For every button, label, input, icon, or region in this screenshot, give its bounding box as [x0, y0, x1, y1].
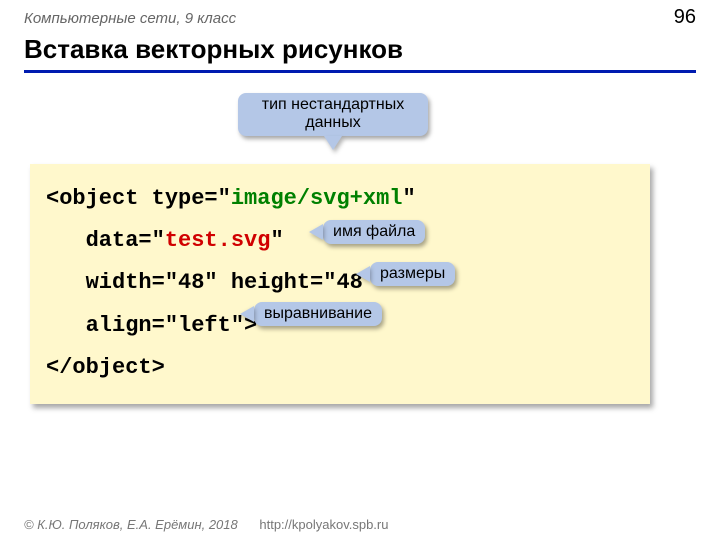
title-rule — [24, 70, 696, 73]
chapter-label: Компьютерные сети, 9 класс — [24, 10, 236, 27]
callout-tail-icon — [240, 306, 254, 322]
code-l2b: test.svg — [165, 228, 271, 253]
code-l2a: data=" — [46, 228, 165, 253]
page-title: Вставка векторных рисунков — [24, 34, 403, 65]
callout-dimensions-label: размеры — [380, 265, 445, 282]
callout-tail-icon — [324, 136, 342, 150]
callout-alignment-label: выравнивание — [264, 305, 372, 322]
code-l2c: " — [270, 228, 283, 253]
callout-datatype-line1: тип нестандартных — [248, 96, 418, 114]
code-block: <object type="image/svg+xml" data="test.… — [30, 164, 650, 404]
callout-tail-icon — [356, 266, 370, 282]
callout-filename: имя файла — [323, 220, 425, 244]
code-l3: width="48" height="48" — [46, 270, 376, 295]
callout-filename-label: имя файла — [333, 223, 415, 240]
footer-url: http://kpolyakov.spb.ru — [259, 517, 388, 532]
code-l4: align="left"> — [46, 313, 257, 338]
code-l1a: <object type=" — [46, 186, 231, 211]
code-l1b: image/svg+xml — [231, 186, 403, 211]
page-number: 96 — [674, 6, 696, 29]
footer-authors: © К.Ю. Поляков, Е.А. Ерёмин, 2018 — [24, 517, 238, 532]
header: Компьютерные сети, 9 класс 96 — [24, 6, 696, 29]
code-l5: </object> — [46, 355, 165, 380]
callout-tail-icon — [309, 224, 323, 240]
callout-alignment: выравнивание — [254, 302, 382, 326]
footer: © К.Ю. Поляков, Е.А. Ерёмин, 2018 http:/… — [24, 517, 388, 532]
callout-datatype: тип нестандартных данных — [238, 93, 428, 136]
callout-datatype-line2: данных — [248, 114, 418, 132]
callout-dimensions: размеры — [370, 262, 455, 286]
code-l1c: " — [402, 186, 415, 211]
